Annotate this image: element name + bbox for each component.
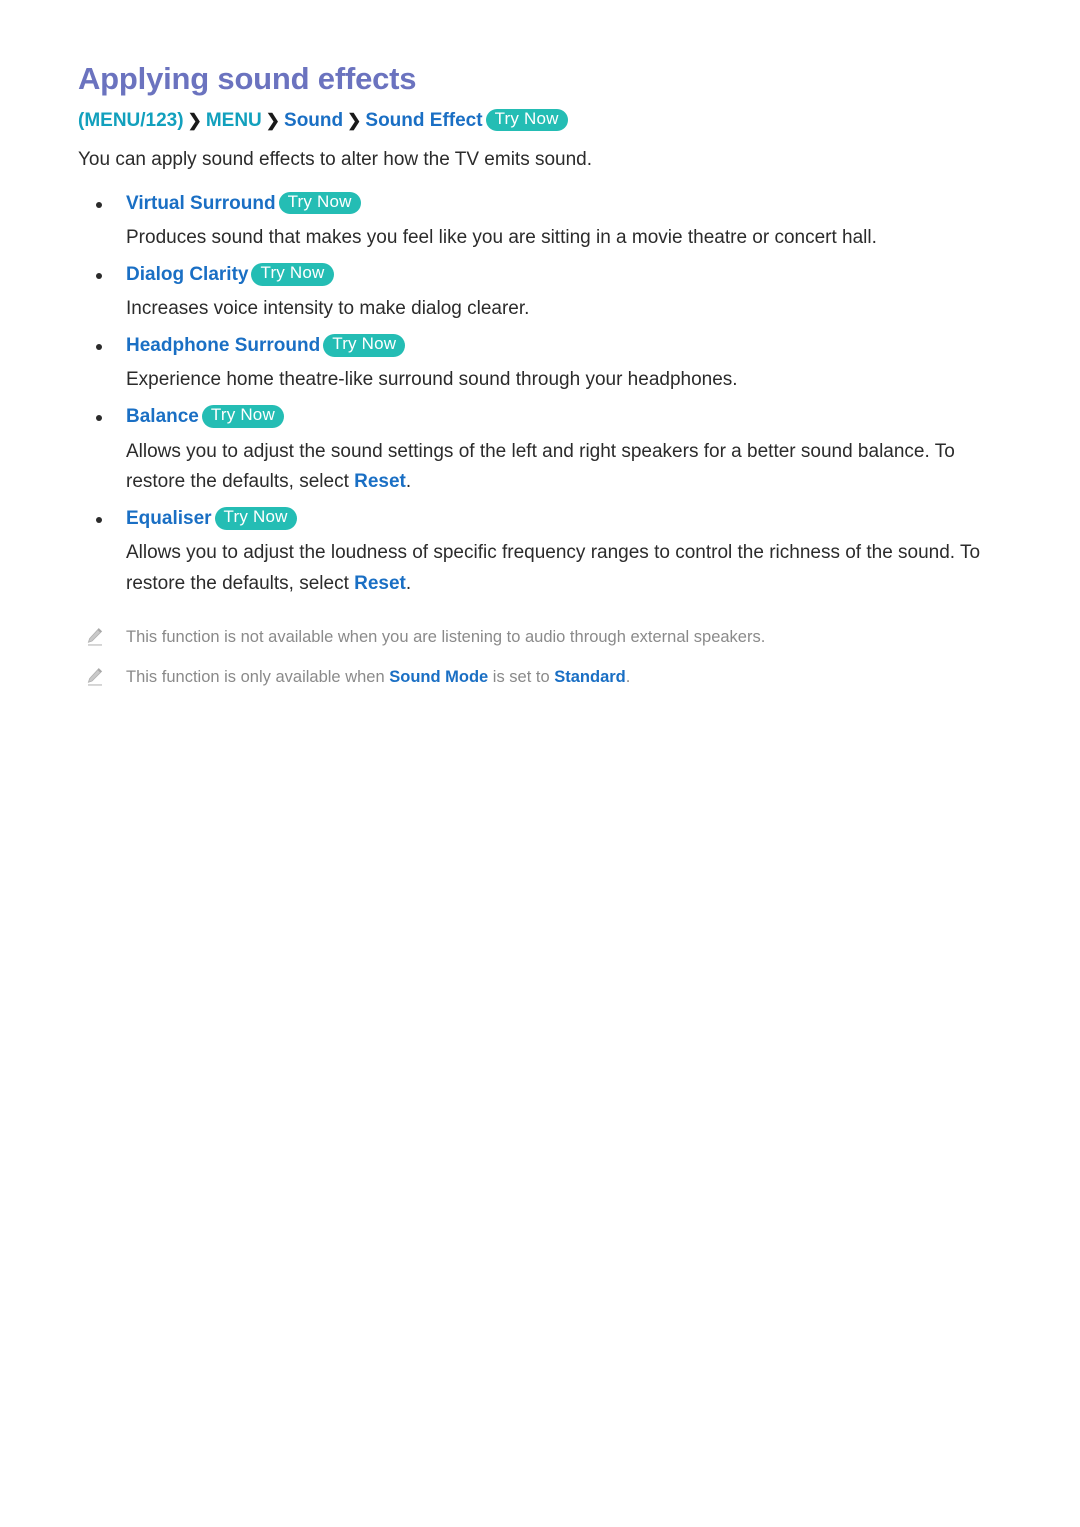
try-now-badge[interactable]: Try Now <box>251 262 334 286</box>
description-text-end: . <box>405 573 412 595</box>
try-now-badge[interactable]: Try Now <box>278 191 361 215</box>
sound-mode-link[interactable]: Sound Mode <box>389 668 488 686</box>
intro-paragraph: You can apply sound effects to alter how… <box>78 149 593 171</box>
feature-heading-virtual-surround: Virtual Surround Try Now <box>78 189 1010 219</box>
feature-heading-dialog-clarity: Dialog Clarity Try Now <box>78 260 1010 290</box>
chevron-right-icon: ❯ <box>347 110 362 130</box>
standard-link[interactable]: Standard <box>554 668 626 686</box>
pencil-icon <box>84 666 106 688</box>
list-item: Dialog Clarity Try Now Increases voice in… <box>78 260 1010 325</box>
feature-description: Increases voice intensity to make dialog… <box>126 298 530 320</box>
list-item: Virtual Surround Try Now Produces sound t… <box>78 189 1010 254</box>
note-text: This function is not available when you … <box>126 628 766 646</box>
bullet-dot-icon <box>96 415 102 422</box>
bullet-dot-icon <box>96 201 102 208</box>
reset-link[interactable]: Reset <box>354 573 406 594</box>
list-item: Balance Try Now Allows you to adjust the … <box>78 402 1010 498</box>
chevron-right-icon: ❯ <box>187 110 202 130</box>
bullet-dot-icon <box>96 272 102 279</box>
feature-heading-equaliser: Equaliser Try Now <box>78 504 1010 534</box>
try-now-badge[interactable]: Try Now <box>201 405 284 428</box>
note-text-middle: is set to <box>488 668 555 687</box>
feature-description: Produces sound that makes you feel like … <box>126 227 877 249</box>
feature-name: Dialog Clarity <box>126 263 249 285</box>
reset-link[interactable]: Reset <box>354 471 406 492</box>
feature-name: Virtual Surround <box>126 192 276 214</box>
note-row: This function is only available when Sou… <box>78 664 1010 690</box>
description-text: Allows you to adjust the loudness of spe… <box>126 542 981 595</box>
feature-description: Allows you to adjust the loudness of spe… <box>78 538 1010 600</box>
document-page: Applying sound effects (MENU/123) ❯ MENU ❯ S… <box>0 0 1080 1527</box>
chevron-right-icon: ❯ <box>265 110 281 130</box>
note-text-after: . <box>625 668 631 687</box>
try-now-badge[interactable]: Try Now <box>323 334 406 357</box>
try-now-badge[interactable]: Try Now <box>214 507 297 530</box>
breadcrumb-close-paren: ) <box>177 109 184 131</box>
description-text: Allows you to adjust the sound settings … <box>126 440 955 493</box>
breadcrumb-sound[interactable]: Sound <box>284 110 343 131</box>
feature-heading-balance: Balance Try Now <box>78 402 1010 432</box>
feature-name: Equaliser <box>126 508 212 530</box>
feature-description: Allows you to adjust the sound settings … <box>78 437 1010 499</box>
feature-name: Balance <box>126 406 199 428</box>
bullet-dot-icon <box>96 517 102 524</box>
breadcrumb: (MENU/123) ❯ MENU ❯ Sound ❯ Sound Effect Try No… <box>78 107 1010 136</box>
breadcrumb-sound-effect[interactable]: Sound Effect <box>365 110 482 131</box>
page-title: Applying sound effects <box>78 61 417 96</box>
list-item: Equaliser Try Now Allows you to adjust th… <box>78 504 1010 600</box>
feature-name: Headphone Surround <box>126 335 321 356</box>
breadcrumb-key-menu123[interactable]: MENU/123 <box>84 110 177 131</box>
feature-list: Virtual Surround Try Now Produces sound t… <box>78 189 1010 600</box>
note-text-before: This function is only available when <box>126 668 390 687</box>
breadcrumb-menu[interactable]: MENU <box>206 110 262 131</box>
note-row: This function is not available when you … <box>78 624 1010 650</box>
try-now-badge[interactable]: Try Now <box>485 108 568 132</box>
feature-description: Experience home theatre-like surround so… <box>126 369 738 391</box>
notes-section: This function is not available when you … <box>78 624 1010 691</box>
list-item: Headphone Surround Try Now Experience hom… <box>78 331 1010 396</box>
bullet-dot-icon <box>96 344 102 350</box>
feature-heading-headphone-surround: Headphone Surround Try Now <box>78 331 1010 361</box>
pencil-icon <box>84 626 106 648</box>
description-text-end: . <box>405 471 412 493</box>
